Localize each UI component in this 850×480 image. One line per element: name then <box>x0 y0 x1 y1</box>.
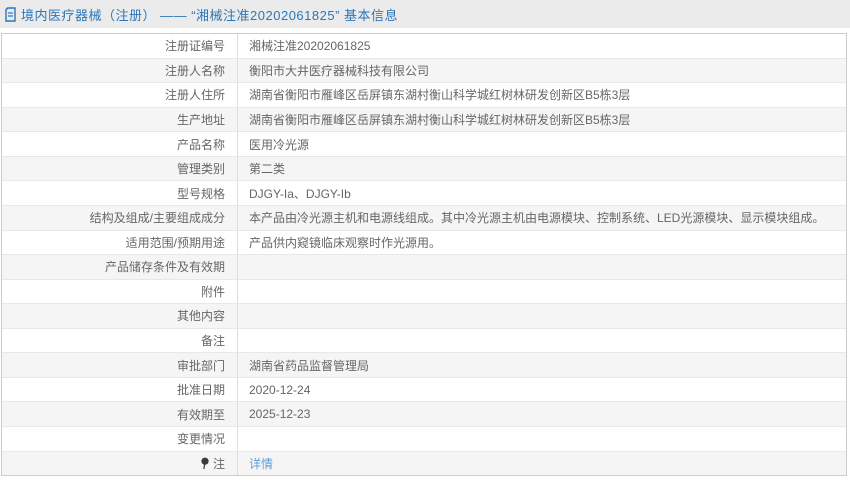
page-header: 境内医疗器械（注册） —— “湘械注准20202061825” 基本信息 <box>0 0 850 28</box>
registration-info-table: 注册证编号 湘械注准20202061825 注册人名称 衡阳市大井医疗器械科技有… <box>1 33 847 476</box>
row-value: 湘械注准20202061825 <box>249 39 371 54</box>
row-value <box>238 255 846 279</box>
row-value: 2025-12-23 <box>249 407 311 422</box>
table-row: 管理类别 第二类 <box>2 156 846 182</box>
table-row: 产品名称 医用冷光源 <box>2 132 846 157</box>
row-value: 2020-12-24 <box>249 382 311 397</box>
row-label: 注册人住所 <box>2 83 238 107</box>
details-link[interactable]: 详情 <box>249 455 273 472</box>
row-label: 生产地址 <box>2 107 238 132</box>
row-value <box>238 329 846 353</box>
row-label: 审批部门 <box>2 353 238 377</box>
row-value: 详情 <box>238 452 846 476</box>
row-value: DJGY-Ia、DJGY-Ib <box>249 186 351 201</box>
row-value: 衡阳市大井医疗器械科技有限公司 <box>249 63 430 78</box>
row-label-text: 注 <box>212 456 225 471</box>
row-value <box>238 280 846 304</box>
row-label: 型号规格 <box>2 181 238 205</box>
table-row-note: 注 详情 <box>2 451 846 476</box>
row-value: 产品供内窥镜临床观察时作光源用。 <box>249 235 442 250</box>
row-label: 产品名称 <box>2 132 238 156</box>
table-row: 备注 <box>2 328 846 354</box>
row-value: 医用冷光源 <box>249 137 310 152</box>
row-label: 结构及组成/主要组成成分 <box>2 205 238 230</box>
row-value: 第二类 <box>249 162 286 177</box>
table-row: 附件 <box>2 279 846 305</box>
row-label: 有效期至 <box>2 402 238 426</box>
row-label: 适用范围/预期用途 <box>2 230 238 255</box>
table-row: 变更情况 <box>2 427 846 452</box>
row-label: 变更情况 <box>2 427 238 451</box>
table-row: 注册证编号 湘械注准20202061825 <box>2 34 846 59</box>
table-row: 注册人住所 湖南省衡阳市雁峰区岳屏镇东湖村衡山科学城红树林研发创新区B5栋3层 <box>2 83 846 108</box>
table-row: 适用范围/预期用途 产品供内窥镜临床观察时作光源用。 <box>2 230 846 256</box>
row-value <box>238 427 846 451</box>
table-row: 批准日期 2020-12-24 <box>2 377 846 403</box>
row-value <box>238 304 846 328</box>
page-title: 境内医疗器械（注册） —— “湘械注准20202061825” 基本信息 <box>21 7 399 23</box>
row-label: 批准日期 <box>2 377 238 402</box>
document-icon <box>4 6 17 22</box>
table-row: 注册人名称 衡阳市大井医疗器械科技有限公司 <box>2 58 846 84</box>
row-label: 注册人名称 <box>2 58 238 83</box>
row-label: 管理类别 <box>2 156 238 181</box>
table-row: 生产地址 湖南省衡阳市雁峰区岳屏镇东湖村衡山科学城红树林研发创新区B5栋3层 <box>2 107 846 133</box>
row-value: 本产品由冷光源主机和电源线组成。其中冷光源主机由电源模块、控制系统、LED光源模… <box>249 211 825 226</box>
row-label: 产品储存条件及有效期 <box>2 255 238 279</box>
table-row: 有效期至 2025-12-23 <box>2 402 846 427</box>
row-label: 注册证编号 <box>2 34 238 58</box>
row-value: 湖南省衡阳市雁峰区岳屏镇东湖村衡山科学城红树林研发创新区B5栋3层 <box>249 88 631 103</box>
row-label: 附件 <box>2 279 238 304</box>
table-row: 型号规格 DJGY-Ia、DJGY-Ib <box>2 181 846 206</box>
row-value: 湖南省衡阳市雁峰区岳屏镇东湖村衡山科学城红树林研发创新区B5栋3层 <box>249 112 631 127</box>
row-label: 注 <box>2 451 238 476</box>
row-label: 备注 <box>2 328 238 353</box>
row-value: 湖南省药品监督管理局 <box>249 358 370 373</box>
table-row: 其他内容 <box>2 304 846 329</box>
table-row: 审批部门 湖南省药品监督管理局 <box>2 353 846 378</box>
row-label: 其他内容 <box>2 304 238 328</box>
pin-icon <box>200 457 210 470</box>
table-row: 产品储存条件及有效期 <box>2 255 846 280</box>
table-row: 结构及组成/主要组成成分 本产品由冷光源主机和电源线组成。其中冷光源主机由电源模… <box>2 205 846 231</box>
